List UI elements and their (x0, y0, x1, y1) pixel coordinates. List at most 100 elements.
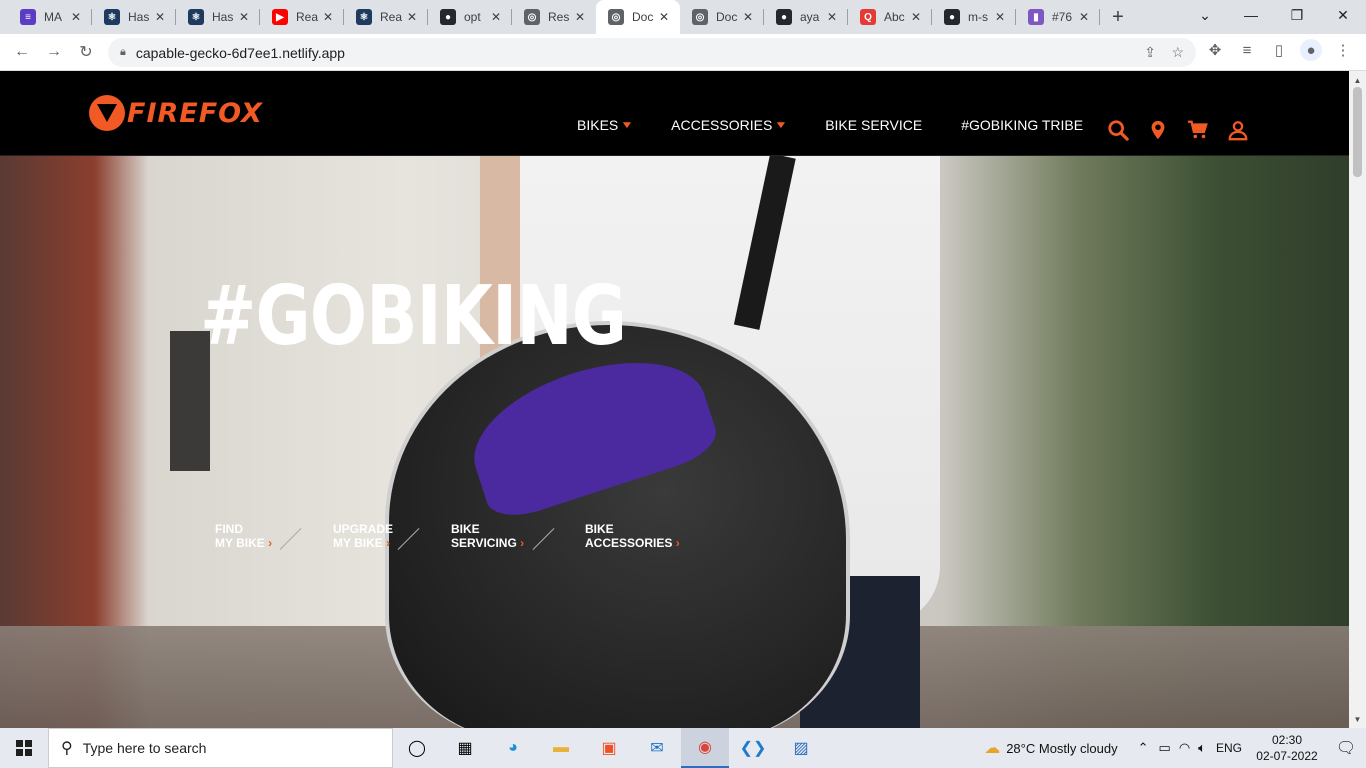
weather-icon[interactable]: ☁ (984, 738, 1000, 758)
browser-tab[interactable]: ● opt ✕ (428, 0, 512, 34)
address-bar[interactable]: 🔒︎ capable-gecko-6d7ee1.netlify.app ⇪ ☆ (108, 38, 1196, 67)
tab-title: Doc (632, 10, 654, 24)
tab-title: m-s (968, 10, 988, 24)
tab-close-icon[interactable]: ✕ (824, 10, 840, 24)
vscode-icon[interactable]: ❮❯ (729, 728, 777, 768)
browser-tab[interactable]: ⚛ Has ✕ (176, 0, 260, 34)
page-scrollbar[interactable]: ▲ ▼ (1349, 71, 1366, 728)
clock-date: 02-07-2022 (1256, 749, 1318, 763)
restore-button[interactable]: ❐ (1274, 0, 1320, 30)
tab-close-icon[interactable]: ✕ (68, 10, 84, 24)
nav-accessories[interactable]: ACCESSORIES ▼ (671, 117, 788, 133)
nav-bike-service[interactable]: BIKE SERVICE (825, 117, 922, 133)
mail-icon[interactable]: ✉ (633, 728, 681, 768)
wifi-icon[interactable]: ◠ (1179, 740, 1190, 756)
bike-accessories-link[interactable]: BIKE ACCESSORIES › (585, 522, 703, 550)
lock-icon: 🔒︎ (120, 46, 126, 58)
notifications-icon[interactable]: 🗨︎ (1326, 738, 1366, 758)
tab-close-icon[interactable]: ✕ (1076, 10, 1092, 24)
tab-close-icon[interactable]: ✕ (740, 10, 756, 24)
link-line: SERVICING (451, 536, 517, 550)
bookmark-star-icon[interactable]: ☆ (1171, 44, 1184, 61)
browser-tab[interactable]: ≡ MA ✕ (8, 0, 92, 34)
browser-tab[interactable]: ● m-s ✕ (932, 0, 1016, 34)
media-icon[interactable]: ≡ (1236, 39, 1258, 61)
tab-title: Abc (884, 10, 905, 24)
browser-tab[interactable]: ◎ Res ✕ (512, 0, 596, 34)
scroll-thumb[interactable] (1353, 87, 1362, 177)
upgrade-my-bike-link[interactable]: UPGRADE MY BIKE › (333, 522, 451, 550)
tab-favicon-icon: ⚛ (104, 9, 120, 25)
file-explorer-icon[interactable]: ▬ (537, 728, 585, 768)
tab-close-icon[interactable]: ✕ (656, 10, 672, 24)
tab-close-icon[interactable]: ✕ (908, 10, 924, 24)
location-icon[interactable] (1147, 119, 1169, 141)
tab-close-icon[interactable]: ✕ (320, 10, 336, 24)
nav-bikes[interactable]: BIKES ▼ (577, 117, 635, 133)
browser-tab[interactable]: ⚛ Rea ✕ (344, 0, 428, 34)
minimize-button[interactable]: — (1228, 0, 1274, 30)
link-line: UPGRADE (333, 522, 394, 536)
bike-servicing-link[interactable]: BIKE SERVICING › (451, 522, 585, 550)
browser-tab[interactable]: ◎ Doc ✕ (680, 0, 764, 34)
tab-favicon-icon: Q (860, 9, 876, 25)
link-line: MY BIKE (333, 536, 383, 550)
url-text: capable-gecko-6d7ee1.netlify.app (135, 44, 345, 61)
user-icon[interactable] (1227, 119, 1249, 141)
share-icon[interactable]: ⇪ (1144, 44, 1156, 61)
side-panel-icon[interactable]: ▯ (1268, 39, 1290, 61)
photos-icon[interactable]: ▨ (777, 728, 825, 768)
task-view-icon[interactable]: ◯ (393, 728, 441, 768)
tab-close-icon[interactable]: ✕ (992, 10, 1008, 24)
store-icon[interactable]: ▣ (585, 728, 633, 768)
widgets-icon[interactable]: ▦ (441, 728, 489, 768)
browser-tab[interactable]: ▮ #76 ✕ (1016, 0, 1100, 34)
language-indicator[interactable]: ENG (1216, 741, 1242, 755)
menu-icon[interactable]: ⋮ (1332, 39, 1354, 61)
back-icon[interactable]: ← (6, 36, 38, 68)
main-nav: BIKES ▼ ACCESSORIES ▼ BIKE SERVICE #GOBI… (577, 117, 1122, 133)
chevron-right-icon: › (386, 536, 391, 550)
forward-icon[interactable]: → (38, 36, 70, 68)
browser-tab[interactable]: ⚛ Has ✕ (92, 0, 176, 34)
find-my-bike-link[interactable]: FIND MY BIKE › (215, 522, 333, 550)
clock[interactable]: 02:30 02-07-2022 (1248, 732, 1326, 764)
tab-close-icon[interactable]: ✕ (488, 10, 504, 24)
weather-text[interactable]: 28°C Mostly cloudy (1006, 741, 1117, 756)
tab-close-icon[interactable]: ✕ (152, 10, 168, 24)
link-line: BIKE (585, 522, 614, 536)
chrome-icon[interactable]: ◉ (681, 728, 729, 768)
new-tab-button[interactable]: + (1100, 0, 1136, 34)
battery-icon[interactable]: ▭ (1159, 740, 1171, 756)
nav-label: BIKE SERVICE (825, 117, 923, 133)
cart-icon[interactable] (1187, 119, 1209, 141)
browser-tab[interactable]: ◎ Doc ✕ (596, 0, 680, 34)
reload-icon[interactable]: ↻ (70, 36, 102, 68)
tab-close-icon[interactable]: ✕ (236, 10, 252, 24)
scroll-down-icon[interactable]: ▼ (1349, 712, 1366, 726)
extensions-icon[interactable]: ✥ (1204, 39, 1226, 61)
browser-tab[interactable]: ● aya ✕ (764, 0, 848, 34)
volume-icon[interactable]: 🔈︎ (1198, 740, 1206, 756)
nav-gobiking-tribe[interactable]: #GOBIKING TRIBE (961, 117, 1083, 133)
tab-close-icon[interactable]: ✕ (404, 10, 420, 24)
scroll-up-icon[interactable]: ▲ (1349, 73, 1366, 87)
taskbar-search[interactable]: ⚲ Type here to search (48, 728, 393, 768)
tab-close-icon[interactable]: ✕ (572, 10, 588, 24)
tab-search-icon[interactable]: ⌄ (1182, 0, 1228, 30)
tab-title: Rea (296, 10, 319, 24)
site-logo[interactable]: FIREFOX (89, 95, 263, 131)
chevron-down-icon: ▼ (620, 119, 635, 131)
browser-tab[interactable]: Q Abc ✕ (848, 0, 932, 34)
browser-tab[interactable]: ▶ Rea ✕ (260, 0, 344, 34)
hero-banner: #GOBIKING FIND MY BIKE › UPGRADE MY BIKE… (0, 156, 1349, 728)
tray-chevron-icon[interactable]: ⌃ (1138, 740, 1149, 756)
tab-favicon-icon: ≡ (20, 9, 36, 25)
tab-title: Doc (716, 10, 738, 24)
close-window-button[interactable]: ✕ (1320, 0, 1366, 30)
windows-taskbar: ⚲ Type here to search ◯ ▦ ◕ ▬ ▣ ✉ ◉ ❮❯ ▨… (0, 728, 1366, 768)
edge-icon[interactable]: ◕ (489, 728, 537, 768)
start-button[interactable] (0, 728, 48, 768)
search-icon[interactable] (1107, 119, 1129, 141)
profile-avatar[interactable]: ● (1300, 39, 1322, 61)
